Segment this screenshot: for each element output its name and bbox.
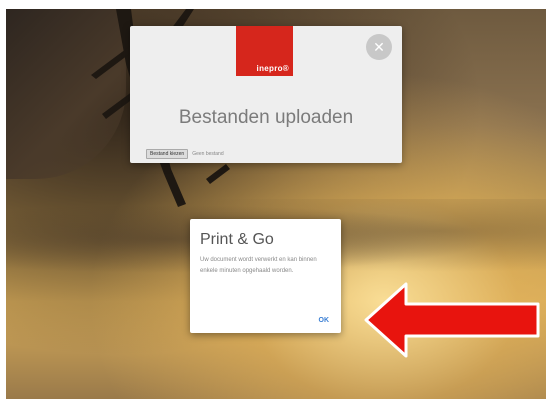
red-arrow-left-icon — [364, 282, 540, 358]
print-go-title: Print & Go — [200, 231, 274, 248]
close-button[interactable]: ✕ — [366, 34, 392, 60]
file-picker-row: Bestand kiezen Geen bestand — [146, 148, 224, 159]
logo-text: inepro® — [256, 64, 289, 73]
upload-dialog: inepro® ✕ Bestanden uploaden Bestand kie… — [130, 26, 402, 163]
close-icon: ✕ — [373, 39, 385, 55]
print-go-message: Uw document wordt verwerkt en kan binnen… — [200, 257, 317, 274]
upload-title: Bestanden uploaden — [178, 107, 354, 128]
file-status-text: Geen bestand — [192, 150, 224, 157]
ok-button[interactable]: OK — [319, 317, 330, 324]
choose-file-button[interactable]: Bestand kiezen — [146, 148, 189, 159]
inepro-logo: inepro® — [236, 26, 293, 76]
print-go-dialog: Print & Go Uw document wordt verwerkt en… — [190, 219, 341, 333]
